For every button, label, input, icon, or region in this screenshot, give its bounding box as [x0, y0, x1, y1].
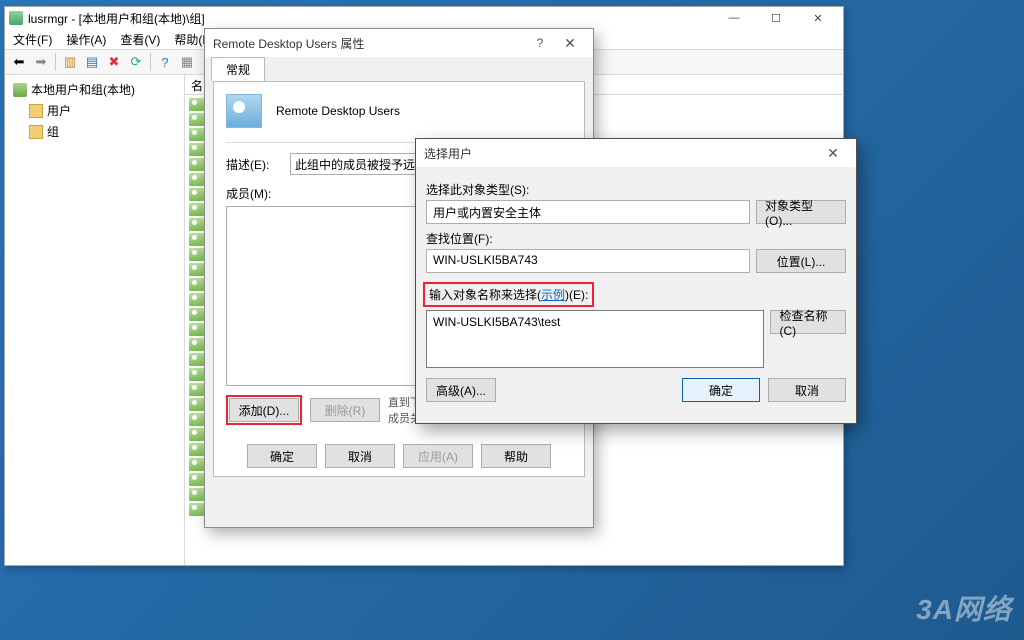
app-icon — [9, 11, 23, 25]
object-type-label: 选择此对象类型(S): — [426, 181, 846, 198]
tabstrip: 常规 — [205, 57, 593, 81]
tree-pane[interactable]: 本地用户和组(本地) 用户 组 — [5, 75, 185, 565]
close-button[interactable]: ✕ — [797, 8, 839, 28]
group-icon — [189, 458, 204, 471]
close-icon[interactable]: ✕ — [818, 145, 848, 162]
menu-file[interactable]: 文件(F) — [13, 31, 52, 48]
minimize-button[interactable]: — — [713, 8, 755, 28]
group-icon — [189, 353, 204, 366]
group-icon — [189, 263, 204, 276]
cancel-button[interactable]: 取消 — [325, 444, 395, 468]
tree-root[interactable]: 本地用户和组(本地) — [7, 79, 182, 100]
group-icon — [189, 488, 204, 501]
help-button[interactable]: ? — [155, 52, 175, 72]
root-icon — [13, 83, 27, 97]
group-icon — [189, 158, 204, 171]
folder-icon — [29, 125, 43, 139]
group-icon — [189, 218, 204, 231]
close-icon[interactable]: ✕ — [555, 35, 585, 52]
dialog-title: Remote Desktop Users 属性 — [213, 35, 364, 52]
dialog-titlebar[interactable]: Remote Desktop Users 属性 ? ✕ — [205, 29, 593, 57]
group-icon — [189, 503, 204, 516]
group-icon — [189, 173, 204, 186]
tree-groups-label: 组 — [47, 123, 59, 140]
group-icon — [189, 128, 204, 141]
tab-general[interactable]: 常规 — [211, 57, 265, 81]
help-icon[interactable]: ? — [525, 36, 555, 50]
group-icon — [189, 188, 204, 201]
advanced-button[interactable]: 高级(A)... — [426, 378, 496, 402]
misc-button[interactable]: ▦ — [177, 52, 197, 72]
menu-view[interactable]: 查看(V) — [120, 31, 160, 48]
enter-names-label: 输入对象名称来选择(示例)(E): — [426, 285, 591, 304]
object-type-field: 用户或内置安全主体 — [426, 200, 750, 224]
back-button[interactable]: ⬅ — [9, 52, 29, 72]
group-icon — [189, 113, 204, 126]
tree-root-label: 本地用户和组(本地) — [31, 81, 135, 98]
menu-action[interactable]: 操作(A) — [66, 31, 106, 48]
group-icon — [189, 413, 204, 426]
apply-button: 应用(A) — [403, 444, 473, 468]
group-icon — [189, 98, 204, 111]
example-link[interactable]: 示例 — [541, 288, 565, 302]
group-icon — [189, 203, 204, 216]
ok-button[interactable]: 确定 — [247, 444, 317, 468]
location-button[interactable]: 位置(L)... — [756, 249, 846, 273]
object-names-input[interactable]: WIN-USLKI5BA743\test — [426, 310, 764, 368]
add-button[interactable]: 添加(D)... — [229, 398, 299, 422]
props-button[interactable]: ▤ — [82, 52, 102, 72]
group-icon — [189, 398, 204, 411]
maximize-button[interactable]: ☐ — [755, 8, 797, 28]
group-icon — [189, 293, 204, 306]
forward-button[interactable]: ➡ — [31, 52, 51, 72]
help-button[interactable]: 帮助 — [481, 444, 551, 468]
folder-icon — [29, 104, 43, 118]
check-names-button[interactable]: 检查名称(C) — [770, 310, 846, 334]
desc-label: 描述(E): — [226, 156, 282, 173]
tree-users-label: 用户 — [47, 102, 71, 119]
group-icon — [189, 338, 204, 351]
group-icon — [189, 443, 204, 456]
group-icon — [189, 323, 204, 336]
group-name: Remote Desktop Users — [276, 104, 400, 118]
ok-button[interactable]: 确定 — [682, 378, 760, 402]
group-icon — [189, 248, 204, 261]
location-field: WIN-USLKI5BA743 — [426, 249, 750, 273]
dialog-title: 选择用户 — [424, 145, 472, 162]
group-icon — [189, 428, 204, 441]
cancel-button[interactable]: 取消 — [768, 378, 846, 402]
group-icon — [226, 94, 262, 128]
group-icon — [189, 278, 204, 291]
delete-button[interactable]: ✖ — [104, 52, 124, 72]
group-icon — [189, 383, 204, 396]
new-button[interactable]: ▥ — [60, 52, 80, 72]
remove-button: 删除(R) — [310, 398, 380, 422]
location-label: 查找位置(F): — [426, 230, 846, 247]
group-icon — [189, 368, 204, 381]
watermark: 3A网络 — [916, 588, 1012, 628]
group-icon — [189, 308, 204, 321]
object-type-button[interactable]: 对象类型(O)... — [756, 200, 846, 224]
group-icon — [189, 233, 204, 246]
group-icon — [189, 143, 204, 156]
refresh-button[interactable]: ⟳ — [126, 52, 146, 72]
tree-users[interactable]: 用户 — [7, 100, 182, 121]
titlebar[interactable]: lusrmgr - [本地用户和组(本地)\组] — ☐ ✕ — [5, 7, 843, 29]
tree-groups[interactable]: 组 — [7, 121, 182, 142]
group-icon — [189, 473, 204, 486]
select-users-dialog: 选择用户 ✕ 选择此对象类型(S): 用户或内置安全主体 对象类型(O)... … — [415, 138, 857, 424]
dialog-titlebar[interactable]: 选择用户 ✕ — [416, 139, 856, 167]
window-title: lusrmgr - [本地用户和组(本地)\组] — [28, 10, 205, 27]
